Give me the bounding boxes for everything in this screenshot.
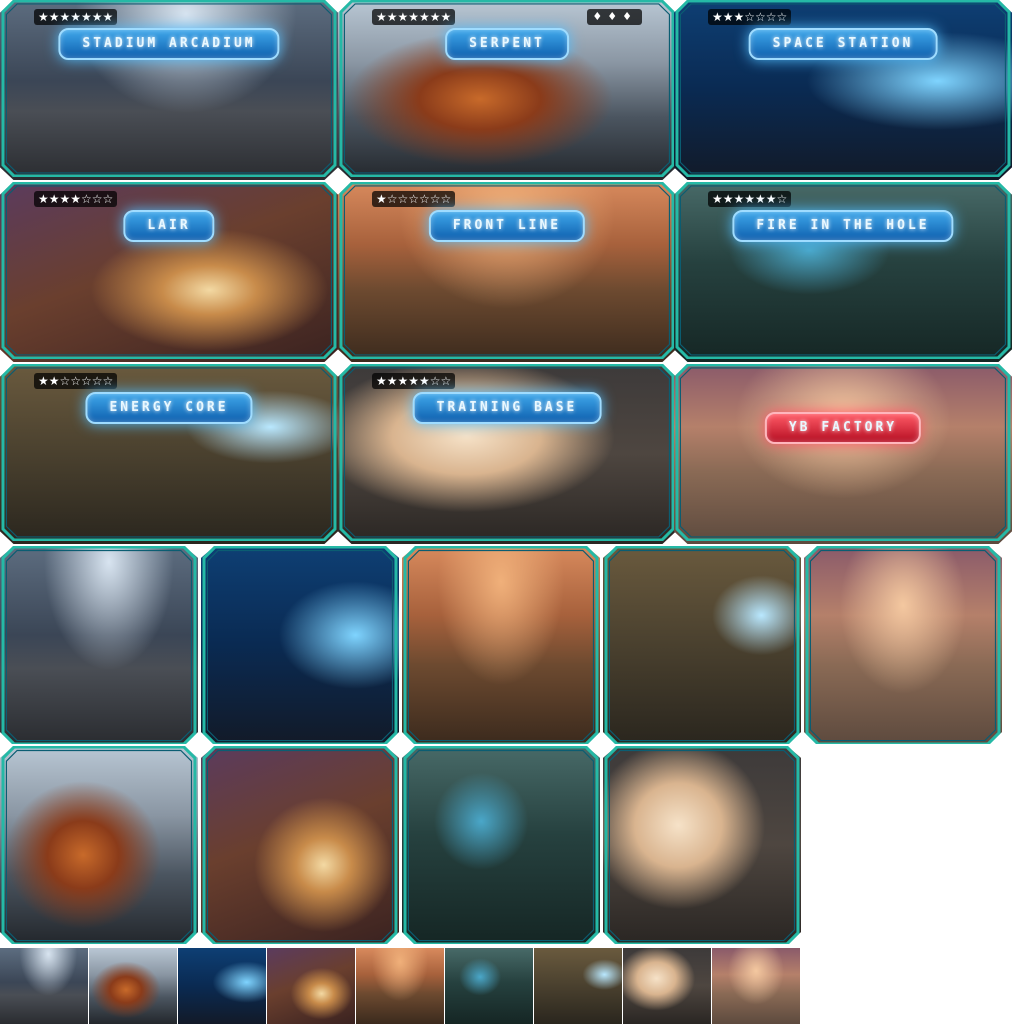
preview-card-factory[interactable] <box>804 546 1002 744</box>
thumbnail-stadium[interactable] <box>0 948 88 1024</box>
thumbnail-station[interactable] <box>178 948 266 1024</box>
preview-card-frontline[interactable] <box>402 546 600 744</box>
preview-scene-image <box>603 746 801 944</box>
preview-card-training[interactable] <box>603 746 801 944</box>
preview-card-station[interactable] <box>201 546 399 744</box>
star-rating: ★☆☆☆☆☆☆ <box>372 191 456 207</box>
preview-scene-image <box>804 546 1002 744</box>
star-rating: ★★★★★★★ <box>372 9 456 25</box>
preview-card-energy[interactable] <box>603 546 801 744</box>
level-scene-image <box>338 182 676 362</box>
level-scene-image <box>0 364 338 544</box>
level-title: Fire in the Hole <box>732 210 954 242</box>
thumbnail-fire[interactable] <box>445 948 533 1024</box>
level-card-station[interactable]: ★★★☆☆☆☆ Space Station <box>674 0 1012 180</box>
preview-scene-image <box>603 546 801 744</box>
thumbnail-training[interactable] <box>623 948 711 1024</box>
level-card-stadium[interactable]: ★★★★★★★ Stadium Arcadium <box>0 0 338 180</box>
preview-scene-image <box>0 546 198 744</box>
level-title: Space Station <box>748 28 938 60</box>
level-scene-image <box>0 0 338 180</box>
level-card-frontline[interactable]: ★☆☆☆☆☆☆ Front Line <box>338 182 676 362</box>
star-rating: ★★☆☆☆☆☆ <box>34 373 118 389</box>
level-card-training[interactable]: ★★★★★☆☆ Training Base <box>338 364 676 544</box>
thumbnail-lair[interactable] <box>267 948 355 1024</box>
preview-scene-image <box>402 546 600 744</box>
level-card-factory[interactable]: YB Factory <box>674 364 1012 544</box>
level-title: Stadium Arcadium <box>58 28 280 60</box>
preview-scene-image <box>201 746 399 944</box>
level-scene-image <box>338 0 676 180</box>
star-rating: ★★★☆☆☆☆ <box>708 9 792 25</box>
star-rating: ★★★★★★☆ <box>708 191 792 207</box>
preview-scene-image <box>402 746 600 944</box>
level-title: Training Base <box>412 392 602 424</box>
star-rating: ★★★★★☆☆ <box>372 373 456 389</box>
level-scene-image <box>0 182 338 362</box>
preview-card-stadium[interactable] <box>0 546 198 744</box>
star-rating: ★★★★☆☆☆ <box>34 191 118 207</box>
star-rating: ★★★★★★★ <box>34 9 118 25</box>
level-card-serpent[interactable]: ★★★★★★★ ♦♦♦ Serpent <box>338 0 676 180</box>
gem-counter: ♦♦♦ <box>587 9 642 25</box>
level-title: Lair <box>123 210 215 242</box>
level-scene-image <box>338 364 676 544</box>
level-card-lair[interactable]: ★★★★☆☆☆ Lair <box>0 182 338 362</box>
level-title: Front Line <box>428 210 586 242</box>
preview-card-serpent[interactable] <box>0 746 198 944</box>
preview-card-fire[interactable] <box>402 746 600 944</box>
thumbnail-frontline[interactable] <box>356 948 444 1024</box>
level-title: Energy Core <box>85 392 253 424</box>
preview-scene-image <box>201 546 399 744</box>
thumbnail-energy[interactable] <box>534 948 622 1024</box>
thumbnail-factory[interactable] <box>712 948 800 1024</box>
preview-card-lair[interactable] <box>201 746 399 944</box>
level-scene-image <box>674 0 1012 180</box>
level-card-energy[interactable]: ★★☆☆☆☆☆ Energy Core <box>0 364 338 544</box>
level-scene-image <box>674 182 1012 362</box>
preview-scene-image <box>0 746 198 944</box>
thumbnail-serpent[interactable] <box>89 948 177 1024</box>
level-card-fire[interactable]: ★★★★★★☆ Fire in the Hole <box>674 182 1012 362</box>
level-scene-image <box>674 364 1012 544</box>
level-title: YB Factory <box>764 412 922 444</box>
level-title: Serpent <box>445 28 569 60</box>
